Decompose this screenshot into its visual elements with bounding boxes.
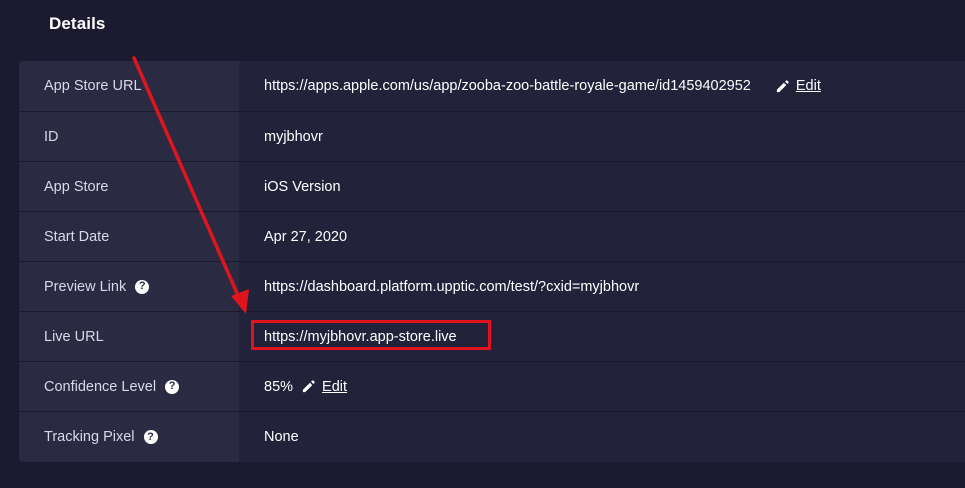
pencil-icon [776, 79, 789, 92]
pencil-icon [302, 380, 315, 393]
id-value: myjbhovr [264, 128, 323, 145]
row-label: Tracking Pixel ? [19, 412, 239, 462]
row-value: None [239, 412, 965, 462]
row-label-text: Preview Link [44, 278, 127, 295]
row-label: App Store URL [19, 61, 239, 111]
row-label-text: Confidence Level [44, 378, 157, 395]
row-label: Confidence Level ? [19, 362, 239, 411]
table-row-live-url: Live URL https://myjbhovr.app-store.live [19, 311, 965, 361]
live-url-value[interactable]: https://myjbhovr.app-store.live [264, 329, 457, 345]
details-table: App Store URL https://apps.apple.com/us/… [19, 61, 965, 462]
start-date-value: Apr 27, 2020 [264, 228, 348, 245]
table-row-app-store: App Store iOS Version [19, 161, 965, 211]
row-label: Start Date [19, 212, 239, 261]
row-label-text: App Store [44, 178, 109, 195]
edit-label: Edit [322, 378, 348, 395]
row-label-text: Live URL [44, 328, 104, 345]
app-store-url-value: https://apps.apple.com/us/app/zooba-zoo-… [264, 78, 751, 94]
table-row-start-date: Start Date Apr 27, 2020 [19, 211, 965, 261]
row-value: https://apps.apple.com/us/app/zooba-zoo-… [239, 61, 965, 111]
tracking-pixel-value: None [264, 429, 299, 445]
row-label-text: ID [44, 128, 59, 145]
edit-label: Edit [795, 78, 821, 94]
row-label: Live URL [19, 312, 239, 361]
details-page: Details App Store URL https://apps.apple… [0, 0, 965, 488]
help-icon[interactable]: ? [165, 379, 180, 394]
row-value: Apr 27, 2020 [239, 212, 965, 261]
table-row-preview-link: Preview Link ? https://dashboard.platfor… [19, 261, 965, 311]
table-row-app-store-url: App Store URL https://apps.apple.com/us/… [19, 61, 965, 111]
edit-confidence-level-button[interactable]: Edit [301, 379, 347, 395]
row-value: https://dashboard.platform.upptic.com/te… [239, 262, 965, 311]
confidence-level-value: 85% [264, 378, 294, 395]
row-label: ID [19, 112, 239, 161]
row-value: https://myjbhovr.app-store.live [239, 312, 965, 361]
help-icon[interactable]: ? [135, 279, 150, 294]
row-label-text: App Store URL [44, 78, 142, 94]
row-label: Preview Link ? [19, 262, 239, 311]
row-label-text: Tracking Pixel [44, 429, 135, 445]
table-row-tracking-pixel: Tracking Pixel ? None [19, 411, 965, 462]
section-title: Details [49, 14, 106, 33]
edit-app-store-url-button[interactable]: Edit [775, 78, 821, 94]
preview-link-value[interactable]: https://dashboard.platform.upptic.com/te… [264, 279, 639, 295]
row-value: 85% Edit [239, 362, 965, 411]
app-store-value: iOS Version [264, 178, 341, 195]
help-icon[interactable]: ? [143, 430, 158, 444]
table-row-confidence-level: Confidence Level ? 85% Edit [19, 361, 965, 411]
row-label-text: Start Date [44, 228, 110, 245]
row-label: App Store [19, 162, 239, 211]
table-row-id: ID myjbhovr [19, 111, 965, 161]
row-value: iOS Version [239, 162, 965, 211]
row-value: myjbhovr [239, 112, 965, 161]
